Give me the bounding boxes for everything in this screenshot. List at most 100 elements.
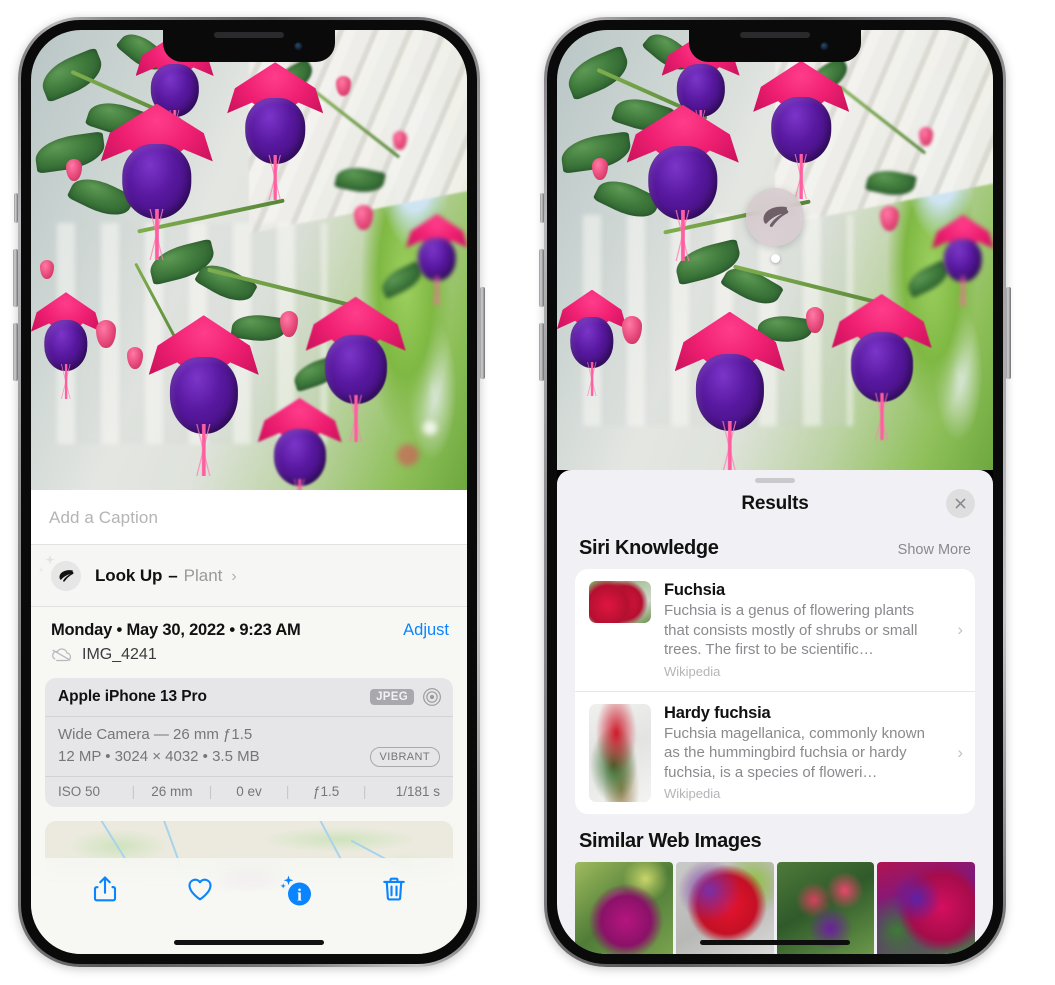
knowledge-description: Fuchsia is a genus of flowering plants t… [664,602,918,658]
left-phone-bezel: Add a Caption Look Up – Plant › Monday •… [21,20,477,964]
look-up-subject: Plant [183,566,223,585]
photo-info-sheet: Add a Caption Look Up – Plant › Monday •… [31,490,467,954]
close-button[interactable] [946,489,975,518]
camera-model: Apple iPhone 13 Pro [58,688,207,705]
photo-flower-bud [279,310,298,337]
knowledge-source: Wikipedia [664,786,721,801]
results-sheet: Results Siri Knowledge Show More Fuchsia… [557,470,993,954]
similar-image-4[interactable] [877,861,975,954]
silent-switch[interactable] [14,193,18,223]
svg-text:i: i [297,886,302,905]
photo-flower-bud [879,206,899,231]
photo-viewer[interactable] [557,30,993,470]
similar-image-1[interactable] [575,861,673,954]
info-sparkle-icon[interactable]: i [280,874,314,908]
visual-look-up-indicator[interactable] [746,188,804,263]
camera-lens-icon [423,688,441,706]
left-phone-device: Add a Caption Look Up – Plant › Monday •… [13,17,485,967]
right-phone-device: Results Siri Knowledge Show More Fuchsia… [539,17,1011,967]
front-camera-icon [820,41,829,51]
chevron-right-icon: › [957,742,963,762]
photo-style-badge: VIBRANT [369,747,440,767]
screenshot-canvas: Add a Caption Look Up – Plant › Monday •… [0,0,1055,985]
photo-fuchsia-bloom [405,214,467,305]
photo-fuchsia-bloom [148,315,259,477]
leaf-icon [763,206,789,227]
trash-icon[interactable] [379,874,409,904]
siri-knowledge-title: Siri Knowledge [579,537,719,559]
format-badge: JPEG [370,688,414,706]
icloud-slash-icon [52,648,72,662]
stat-focal-length: 26 mm [151,783,193,799]
photo-flower-bud [918,126,933,146]
photo-fuchsia-bloom [227,62,324,200]
camera-details-card[interactable]: Apple iPhone 13 Pro JPEG Wide Camera — 2… [45,678,453,807]
knowledge-result-row[interactable]: Fuchsia Fuchsia is a genus of flowering … [575,569,975,691]
right-phone-bezel: Results Siri Knowledge Show More Fuchsia… [547,20,1003,964]
notch [689,30,861,62]
side-power-button[interactable] [480,287,485,379]
similar-web-images-title: Similar Web Images [579,829,762,852]
photo-viewer[interactable] [31,30,467,490]
volume-up-button[interactable] [539,249,544,307]
home-indicator[interactable] [174,940,324,945]
look-up-dash: – [168,566,178,585]
knowledge-source: Wikipedia [664,663,721,679]
map-river [312,820,343,862]
side-power-button[interactable] [1006,287,1011,379]
home-indicator[interactable] [700,940,850,945]
siri-knowledge-card: Fuchsia Fuchsia is a genus of flowering … [575,569,975,814]
photo-filename: IMG_4241 [82,646,157,663]
photo-flower-bud [353,204,373,230]
photo-flower-bud [591,157,608,180]
left-phone-screen: Add a Caption Look Up – Plant › Monday •… [31,30,467,954]
photo-fuchsia-bloom [831,294,932,440]
stat-exposure-value: 0 ev [236,783,262,799]
photo-date: Monday • May 30, 2022 • 9:23 AM [51,621,301,639]
photo-fuchsia-bloom [100,103,213,260]
adjust-button[interactable]: Adjust [403,621,449,640]
chevron-right-icon: › [957,619,963,639]
knowledge-result-row[interactable]: Hardy fuchsia Fuchsia magellanica, commo… [575,690,975,814]
heart-icon[interactable] [185,874,215,904]
volume-up-button[interactable] [13,249,18,307]
photo-fuchsia-bloom [931,214,993,306]
photo-flower-bud [39,260,54,279]
leaf-icon [59,570,74,582]
photo-flower-bud [65,158,82,181]
right-phone-screen: Results Siri Knowledge Show More Fuchsia… [557,30,993,954]
similar-web-images-header: Similar Web Images [557,814,993,860]
volume-down-button[interactable] [13,323,18,381]
chevron-right-icon: › [231,568,237,585]
siri-knowledge-header: Siri Knowledge Show More [557,527,993,569]
stat-iso: ISO 50 [58,783,101,799]
photo-flower-bud [805,307,824,334]
photo-fuchsia-bloom [753,60,850,199]
stat-shutter-speed: 1/181 s [395,783,441,799]
knowledge-title: Fuchsia [664,581,725,599]
stat-aperture: ƒ1.5 [312,783,340,799]
lens-info: Wide Camera — 26 mm ƒ1.5 [58,726,253,743]
knowledge-title: Hardy fuchsia [664,703,771,722]
look-up-row[interactable]: Look Up – Plant › [31,545,467,607]
visual-look-up-circle[interactable] [746,188,804,246]
earpiece-speaker [214,32,284,38]
visual-look-up-dot [770,254,780,263]
knowledge-thumbnail [589,581,651,623]
photo-fuchsia-bloom [31,292,101,399]
results-title: Results [741,493,809,514]
photo-fuchsia-bloom [557,289,627,397]
exposure-stats: ISO 50 | 26 mm | 0 ev | ƒ1.5 | 1/181 s [45,775,453,807]
silent-switch[interactable] [540,193,544,223]
volume-down-button[interactable] [539,323,544,381]
show-more-button[interactable]: Show More [898,542,971,558]
photo-fuchsia-bloom [674,311,785,470]
knowledge-thumbnail [589,703,651,802]
photo-metadata: Monday • May 30, 2022 • 9:23 AM Adjust I… [31,607,467,676]
share-icon[interactable] [90,874,120,904]
caption-input[interactable]: Add a Caption [31,490,467,545]
notch [163,30,335,62]
look-up-label: Look Up [95,566,163,585]
knowledge-description: Fuchsia magellanica, commonly known as t… [664,724,925,781]
earpiece-speaker [740,32,810,38]
